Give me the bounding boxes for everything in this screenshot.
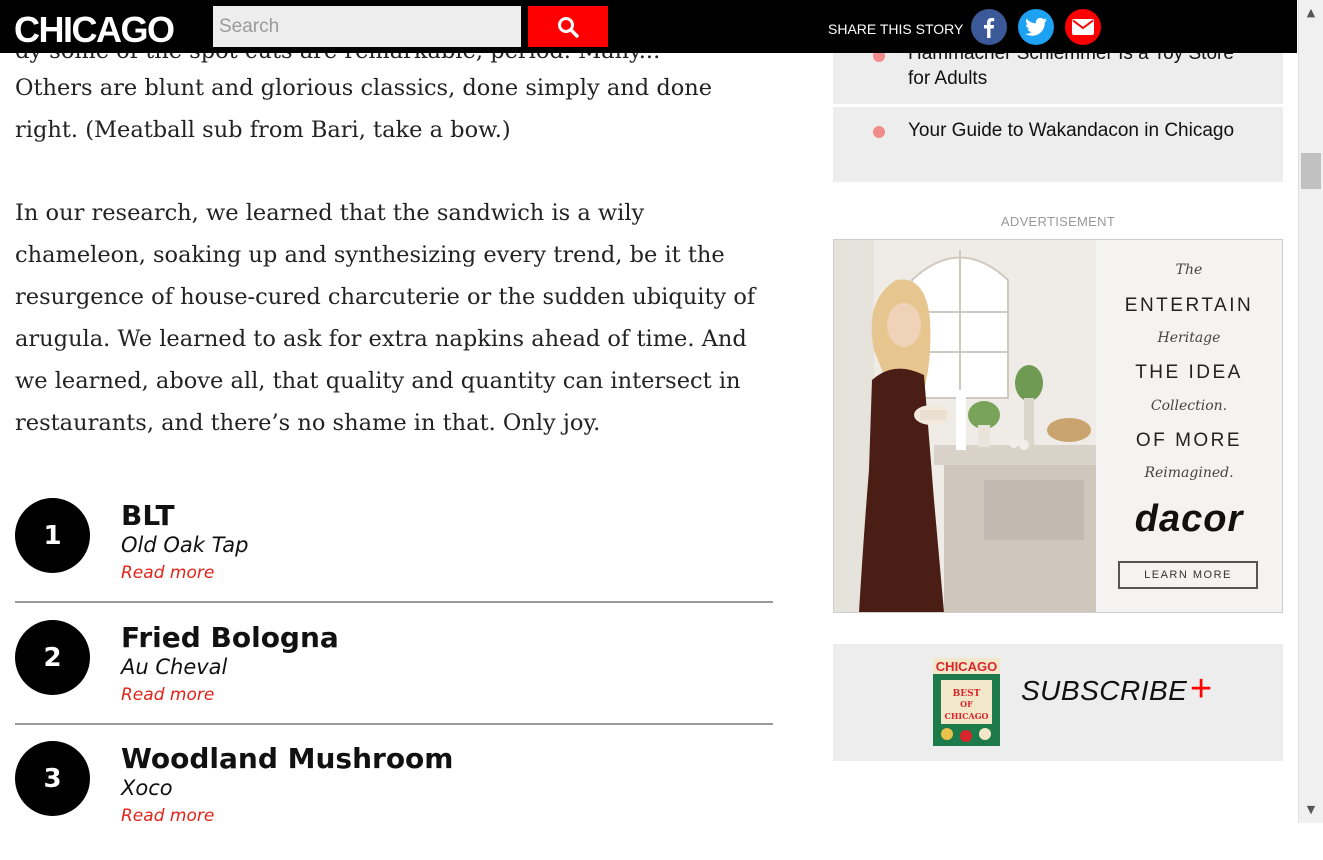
share-label: SHARE THIS STORY (828, 21, 964, 37)
advertisement-banner[interactable]: The ENTERTAIN Heritage THE IDEA Collecti… (833, 239, 1283, 613)
item-divider (15, 601, 773, 603)
read-more-link[interactable]: Read more (121, 805, 214, 827)
sandwich-name: Fried Bologna (121, 621, 339, 654)
facebook-share-button[interactable] (971, 9, 1007, 45)
read-more-link[interactable]: Read more (121, 684, 214, 706)
restaurant-name: Old Oak Tap (121, 533, 249, 557)
search-icon (558, 16, 579, 38)
email-share-button[interactable] (1065, 9, 1101, 45)
ad-text-the-idea: THE IDEA (1135, 362, 1243, 383)
twitter-share-button[interactable] (1018, 9, 1054, 45)
svg-text:BEST: BEST (953, 689, 981, 699)
read-more-link[interactable]: Read more (121, 562, 214, 584)
ad-learn-more-button[interactable]: LEARN MORE (1118, 561, 1258, 589)
paragraph-line: we learned, above all, that quality and … (15, 368, 741, 394)
email-icon (1072, 19, 1094, 35)
paragraph-line: Others are blunt and glorious classics, … (15, 75, 713, 101)
ad-kitchen-photo (834, 240, 1096, 612)
svg-text:OF: OF (960, 699, 973, 709)
rank-badge: 3 (15, 741, 90, 816)
paragraph-line: restaurants, and there’s no shame in tha… (15, 410, 601, 436)
ad-text-collection: Collection. (1150, 398, 1228, 414)
scroll-up-arrow-icon[interactable]: ▲ (1299, 3, 1323, 21)
ranked-list-item: 2 Fried Bologna Au Cheval Read more (15, 618, 773, 739)
plus-icon: + (1190, 668, 1213, 710)
rank-badge: 1 (15, 498, 90, 573)
ad-text-of-more: OF MORE (1135, 430, 1243, 451)
ad-text-the: The (1175, 262, 1203, 278)
page-scrollbar[interactable]: ▲ ▼ (1298, 0, 1323, 823)
cover-title: CHICAGO (936, 659, 997, 674)
paragraph-line: right. (Meatball sub from Bari, take a b… (15, 117, 511, 143)
restaurant-name: Au Cheval (121, 655, 228, 679)
advertisement-label: ADVERTISEMENT (1000, 214, 1116, 229)
paragraph-line: chameleon, soaking up and synthesizing e… (15, 242, 725, 268)
bullet-dot (873, 126, 885, 138)
article-paragraph-1: Others are blunt and glorious classics, … (15, 67, 712, 151)
facebook-icon (984, 18, 995, 38)
site-logo[interactable]: CHICAGO (14, 8, 175, 52)
sandwich-name: BLT (121, 499, 175, 532)
search-input[interactable] (213, 6, 521, 47)
subscribe-promo[interactable]: CHICAGO BEST OF CHICAGO SUBSCRIBE + (833, 644, 1283, 761)
restaurant-name: Xoco (121, 776, 173, 800)
sandwich-name: Woodland Mushroom (121, 742, 454, 775)
subscribe-label: SUBSCRIBE (1021, 675, 1188, 706)
ranked-list-item: 1 BLT Old Oak Tap Read more (15, 496, 773, 617)
paragraph-line: resurgence of house-cured charcuterie or… (15, 284, 756, 310)
ad-brand-logo: dacor (1134, 498, 1244, 540)
site-header: CHICAGO SHARE THIS STORY (0, 0, 1297, 53)
svg-text:CHICAGO: CHICAGO (944, 711, 988, 721)
ad-copy-panel: The ENTERTAIN Heritage THE IDEA Collecti… (1096, 240, 1282, 612)
search-button[interactable] (528, 6, 608, 47)
ranked-list-item: 3 Woodland Mushroom Xoco Read more (15, 739, 773, 860)
related-story-link[interactable]: Your Guide to Wakandacon in Chicago (833, 107, 1283, 182)
paragraph-line: arugula. We learned to ask for extra nap… (15, 326, 747, 352)
ad-text-reimagined: Reimagined. (1144, 465, 1234, 481)
twitter-icon (1025, 17, 1047, 36)
magazine-cover-image: CHICAGO BEST OF CHICAGO (933, 658, 1000, 746)
ad-text-entertain: ENTERTAIN (1124, 295, 1254, 316)
article-paragraph-2: In our research, we learned that the san… (15, 192, 755, 444)
related-story-title: Your Guide to Wakandacon in Chicago (908, 120, 1235, 141)
scrollbar-thumb[interactable] (1301, 153, 1321, 189)
ad-text-heritage: Heritage (1157, 330, 1221, 346)
paragraph-line: In our research, we learned that the san… (15, 200, 645, 226)
rank-badge: 2 (15, 620, 90, 695)
scroll-down-arrow-icon[interactable]: ▼ (1299, 800, 1323, 818)
item-divider (15, 723, 773, 725)
